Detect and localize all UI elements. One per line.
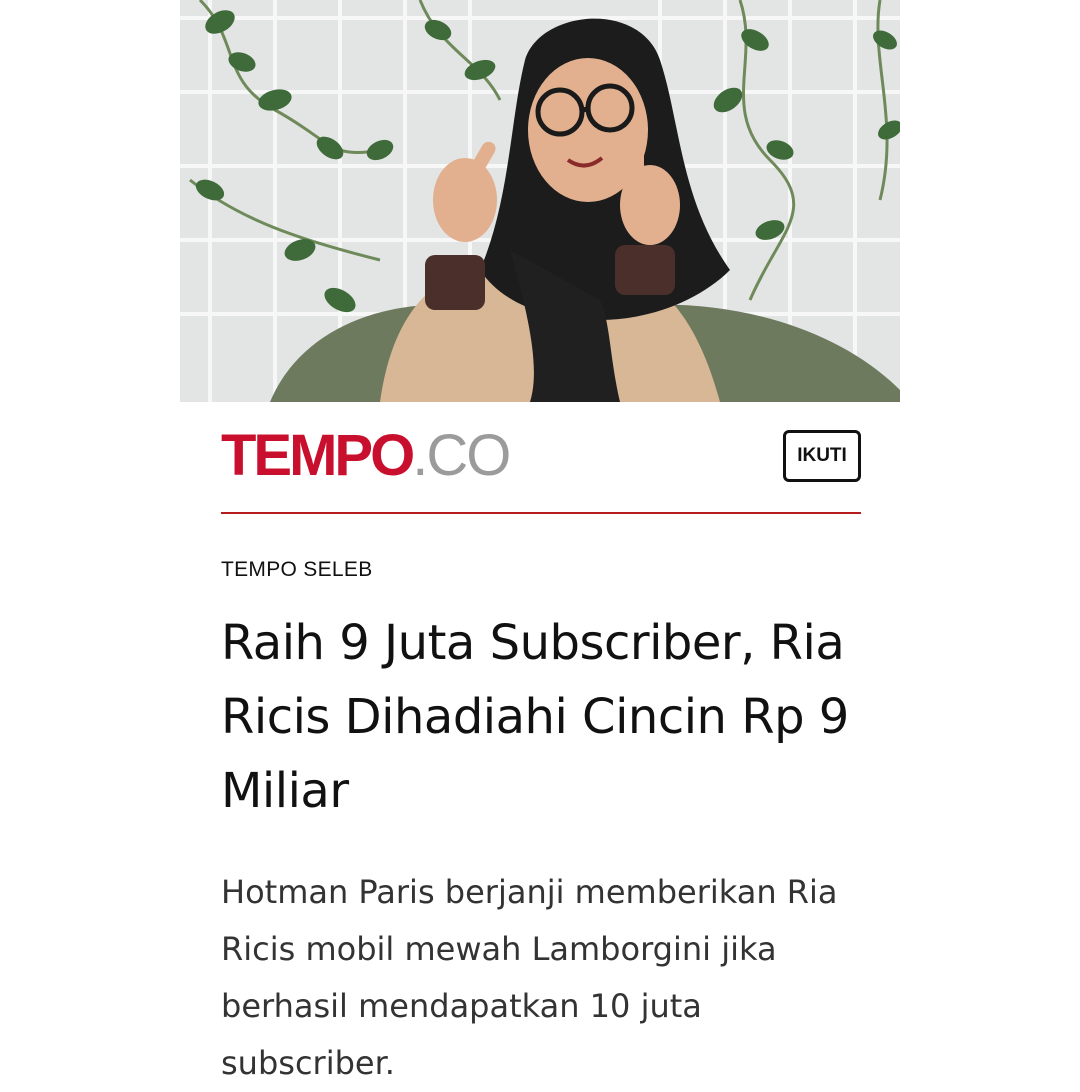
article-summary: Hotman Paris berjanji memberikan Ria Ric… — [221, 873, 838, 1082]
hero-image — [180, 0, 900, 402]
article-title[interactable]: Raih 9 Juta Subscriber, Ria Ricis Dihadi… — [221, 606, 871, 828]
publisher-logo[interactable]: TEMPO.CO — [221, 423, 511, 488]
follow-button[interactable]: IKUTI — [783, 430, 861, 482]
header-divider — [221, 512, 861, 514]
article-category[interactable]: TEMPO SELEB — [221, 558, 373, 582]
logo-suffix-text: .CO — [412, 423, 511, 488]
logo-main-text: TEMPO — [221, 423, 415, 488]
publisher-header: TEMPO.CO IKUTI — [221, 424, 861, 488]
